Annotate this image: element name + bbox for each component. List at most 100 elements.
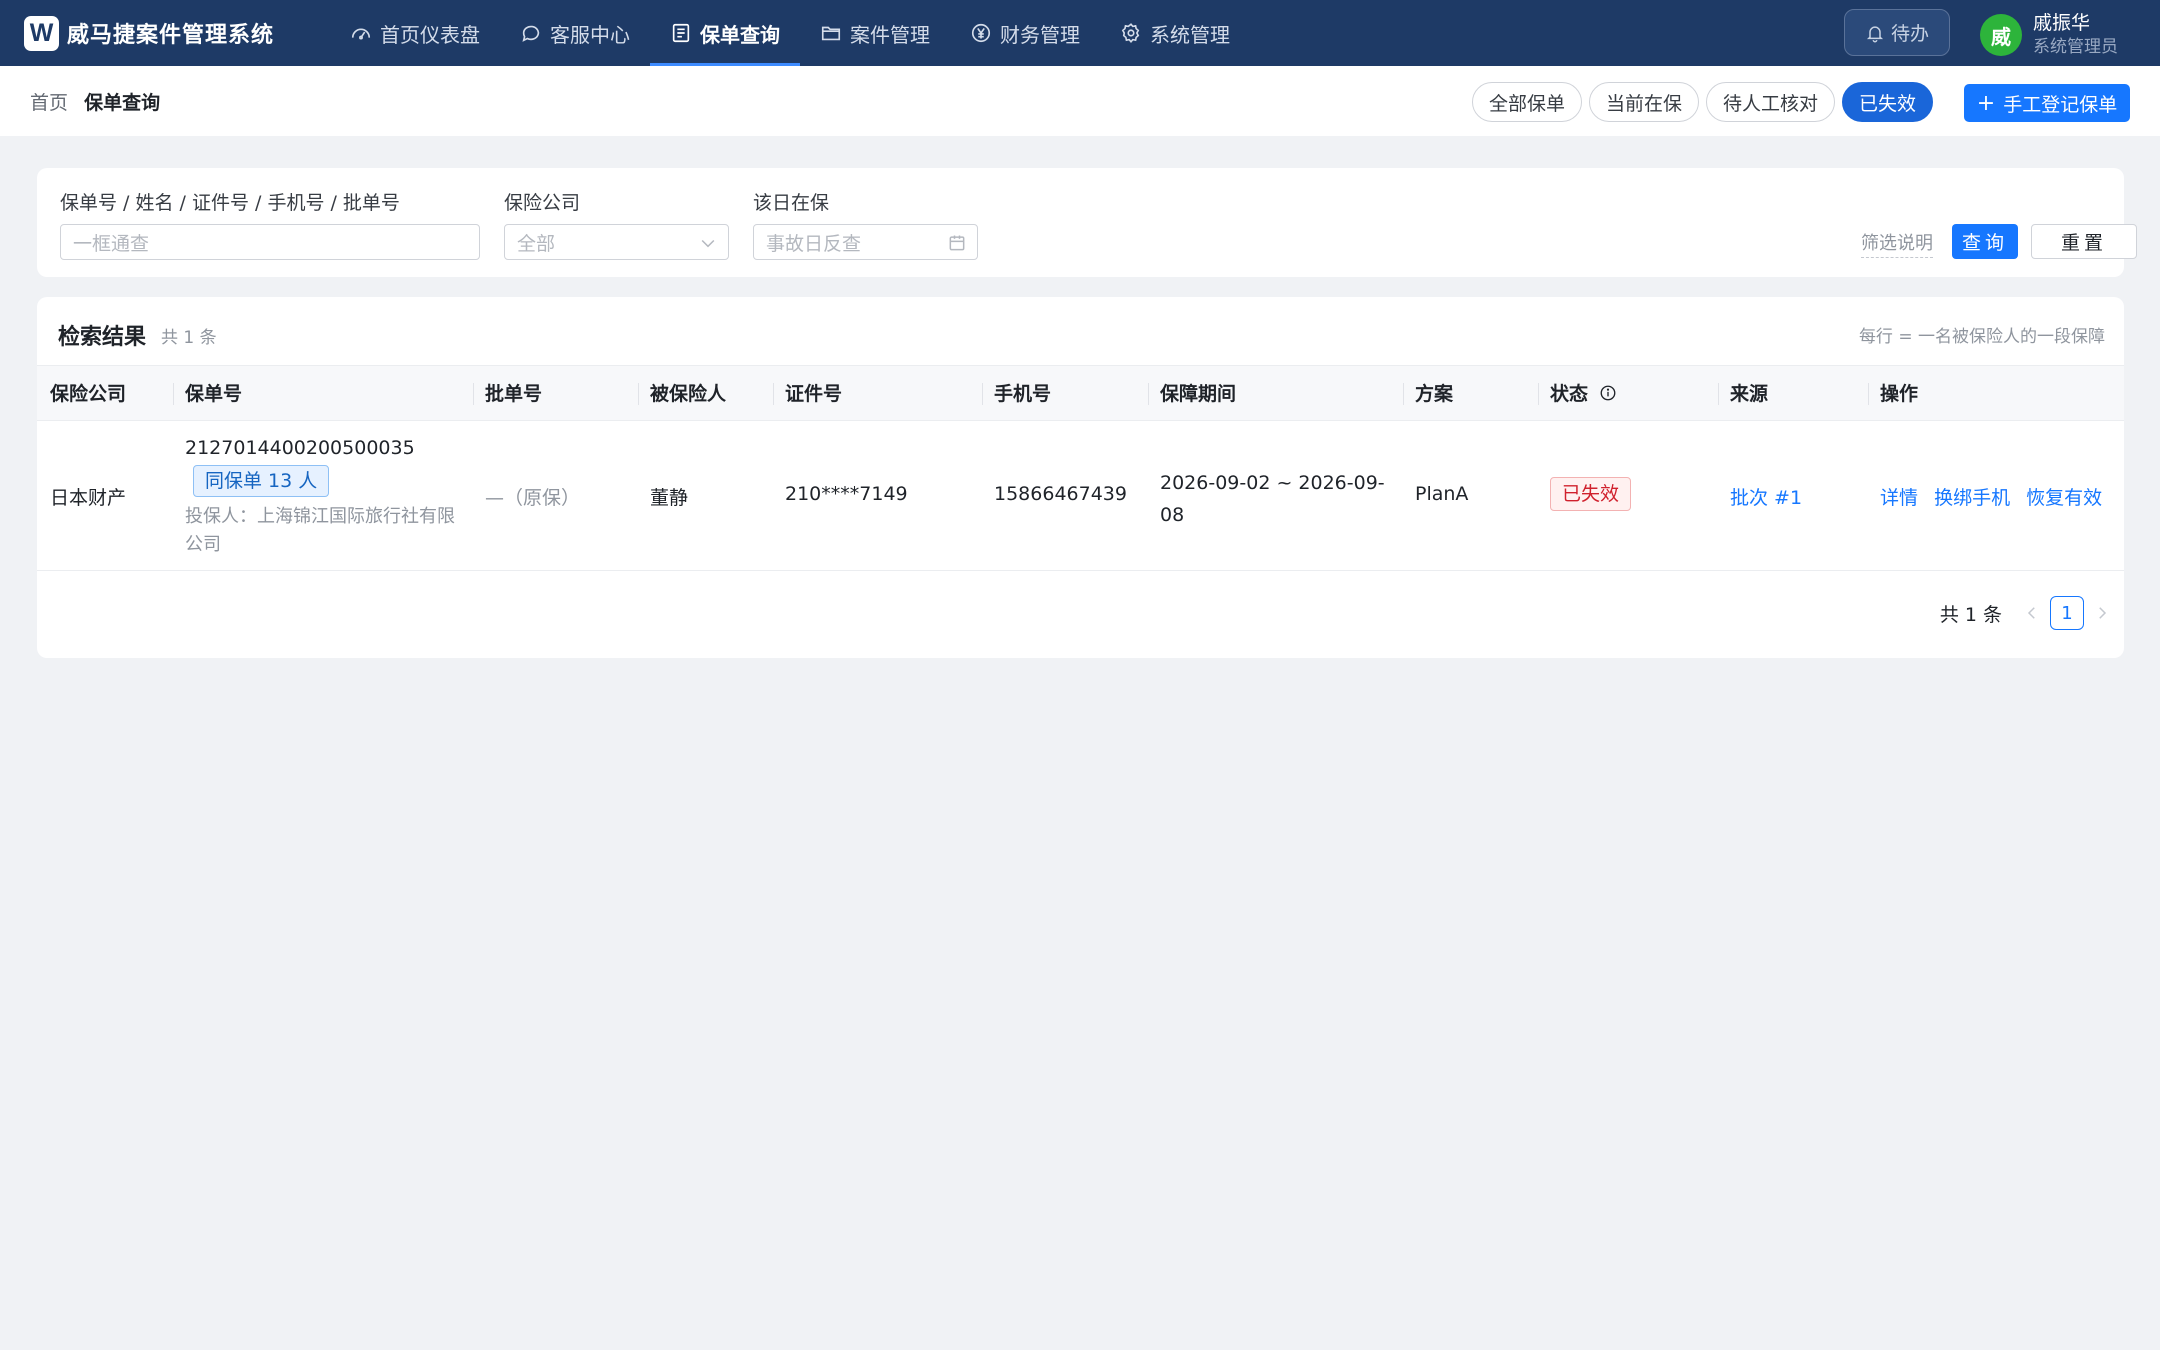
column-header: 操作 xyxy=(1867,366,1918,422)
reset-button[interactable]: 重置 xyxy=(2031,224,2137,259)
breadcrumb-home[interactable]: 首页 xyxy=(30,92,68,114)
column-header: 来源 xyxy=(1717,366,1768,422)
add-policy-label: 手工登记保单 xyxy=(2003,93,2118,116)
top-navbar: W 威马捷案件管理系统 首页仪表盘 客服中心 保单查询 案件管理 财务管理 系统… xyxy=(0,0,2160,66)
search-panel: 保单号 / 姓名 / 证件号 / 手机号 / 批单号 一框通查 保险公司 全部 … xyxy=(37,168,2137,277)
cell-policy-no[interactable]: 2127014400200500035 xyxy=(185,437,415,459)
results-panel: 检索结果 共 1 条 每行 = 一名被保险人的一段保障 保险公司 保单号 批单号… xyxy=(37,297,2124,658)
query-button[interactable]: 查询 xyxy=(1952,224,2018,259)
results-title: 检索结果 xyxy=(58,325,147,350)
chevron-left-icon[interactable] xyxy=(2020,601,2044,625)
column-header: 批单号 xyxy=(472,366,542,422)
nav-label: 系统管理 xyxy=(1150,22,1230,47)
breadcrumb: 首页 保单查询 xyxy=(30,88,160,115)
cell-plan: PlanA xyxy=(1415,483,1469,505)
pagination: 共 1 条 1 xyxy=(1940,595,2114,631)
results-note: 每行 = 一名被保险人的一段保障 xyxy=(1858,327,2105,347)
filter-tab-active[interactable]: 当前在保 xyxy=(1589,82,1700,122)
cell-policyholder: 投保人：上海锦江国际旅行社有限公司 xyxy=(185,506,455,555)
user-name: 戚振华 xyxy=(2033,12,2091,34)
company-select[interactable]: 全部 xyxy=(504,224,729,260)
company-field-group: 保险公司 全部 xyxy=(504,188,729,260)
chevron-down-icon xyxy=(698,233,718,253)
date-placeholder: 事故日反查 xyxy=(766,232,862,255)
todo-label: 待办 xyxy=(1890,23,1929,45)
filter-tab-pending-review[interactable]: 待人工核对 xyxy=(1706,82,1836,122)
keyword-placeholder: 一框通查 xyxy=(73,232,150,255)
filter-tab-expired[interactable]: 已失效 xyxy=(1842,82,1934,122)
plus-icon: + xyxy=(1976,90,1996,116)
date-label: 该日在保 xyxy=(753,192,830,214)
column-header: 方案 xyxy=(1402,366,1453,422)
results-count: 共 1 条 xyxy=(161,328,217,348)
restore-valid-link[interactable]: 恢复有效 xyxy=(2026,487,2102,509)
cell-status: 已失效 xyxy=(1550,477,1632,511)
dashboard-icon xyxy=(350,22,372,44)
folder-icon xyxy=(820,22,842,44)
user-role: 系统管理员 xyxy=(2033,37,2118,57)
sub-header: 首页 保单查询 全部保单 当前在保 待人工核对 已失效 + 手工登记保单 xyxy=(0,66,2160,136)
info-icon[interactable] xyxy=(1599,368,1617,401)
column-header: 保障期间 xyxy=(1147,366,1236,422)
list-icon xyxy=(670,22,692,44)
cell-endorsement: —（原保） xyxy=(485,487,581,509)
cell-id-no: 210****7149 xyxy=(785,483,908,505)
pagination-total: 共 1 条 xyxy=(1939,603,2002,626)
add-policy-button[interactable]: + 手工登记保单 xyxy=(1964,84,2130,122)
keyword-field-group: 保单号 / 姓名 / 证件号 / 手机号 / 批单号 一框通查 xyxy=(60,188,480,260)
chat-icon xyxy=(520,22,542,44)
brand[interactable]: W 威马捷案件管理系统 xyxy=(24,15,330,51)
column-header-status: 状态 xyxy=(1538,366,1617,422)
app-logo: W xyxy=(24,15,59,51)
nav-label: 客服中心 xyxy=(550,22,630,47)
nav-label: 财务管理 xyxy=(1000,22,1080,47)
company-select-value: 全部 xyxy=(517,232,556,255)
user-menu[interactable]: 威 戚振华 系统管理员 xyxy=(1980,11,2118,59)
date-picker[interactable]: 事故日反查 xyxy=(753,224,978,260)
nav-label: 保单查询 xyxy=(700,22,780,47)
cell-period: 2026-09-02 ~ 2026-09-08 xyxy=(1160,472,1385,526)
nav-item-customer-service[interactable]: 客服中心 xyxy=(500,0,650,66)
chevron-right-icon[interactable] xyxy=(2090,601,2114,625)
table-header: 保险公司 保单号 批单号 被保险人 证件号 手机号 保障期间 方案 状态 来源 … xyxy=(37,365,2124,421)
company-label: 保险公司 xyxy=(504,192,581,214)
cell-actions: 详情 换绑手机 恢复有效 xyxy=(1880,483,2102,510)
nav-label: 首页仪表盘 xyxy=(380,22,480,47)
avatar: 威 xyxy=(1980,14,2022,56)
main-nav: 首页仪表盘 客服中心 保单查询 案件管理 财务管理 系统管理 xyxy=(330,0,1250,66)
rebind-phone-link[interactable]: 换绑手机 xyxy=(1934,487,2010,509)
column-header: 保险公司 xyxy=(50,383,127,405)
column-header: 证件号 xyxy=(772,366,842,422)
cell-company: 日本财产 xyxy=(50,487,127,509)
calendar-icon xyxy=(947,233,967,253)
same-policy-tag[interactable]: 同保单 13 人 xyxy=(193,465,330,497)
status-filter-tabs: 全部保单 当前在保 待人工核对 已失效 xyxy=(1472,82,1940,122)
filter-help-link[interactable]: 筛选说明 xyxy=(1861,229,1933,258)
status-badge: 已失效 xyxy=(1550,477,1632,511)
breadcrumb-current: 保单查询 xyxy=(84,91,161,114)
keyword-label: 保单号 / 姓名 / 证件号 / 手机号 / 批单号 xyxy=(60,192,400,214)
table-row[interactable]: 日本财产 2127014400200500035 同保单 13 人 投保人：上海… xyxy=(37,421,2124,571)
bell-icon xyxy=(1866,25,1884,42)
todo-button[interactable]: 待办 xyxy=(1844,9,1950,56)
filter-tab-all[interactable]: 全部保单 xyxy=(1472,82,1583,122)
yen-icon xyxy=(970,22,992,44)
column-header: 保单号 xyxy=(172,366,242,422)
cell-insured: 董静 xyxy=(650,487,689,509)
column-header: 被保险人 xyxy=(637,366,726,422)
detail-link[interactable]: 详情 xyxy=(1880,487,1918,509)
nav-item-policy-query[interactable]: 保单查询 xyxy=(650,0,800,66)
gear-icon xyxy=(1120,22,1142,44)
page-number-current[interactable]: 1 xyxy=(2050,596,2084,630)
column-header: 状态 xyxy=(1550,383,1589,405)
source-batch-link[interactable]: 批次 #1 xyxy=(1730,483,1802,510)
nav-item-system[interactable]: 系统管理 xyxy=(1100,0,1250,66)
keyword-input[interactable]: 一框通查 xyxy=(60,224,480,260)
nav-item-dashboard[interactable]: 首页仪表盘 xyxy=(330,0,500,66)
nav-item-case-management[interactable]: 案件管理 xyxy=(800,0,950,66)
same-policy-tag-label: 同保单 13 人 xyxy=(193,465,330,497)
column-header: 手机号 xyxy=(981,366,1051,422)
date-field-group: 该日在保 事故日反查 xyxy=(753,188,978,260)
nav-item-finance[interactable]: 财务管理 xyxy=(950,0,1100,66)
cell-phone: 15866467439 xyxy=(994,483,1127,505)
